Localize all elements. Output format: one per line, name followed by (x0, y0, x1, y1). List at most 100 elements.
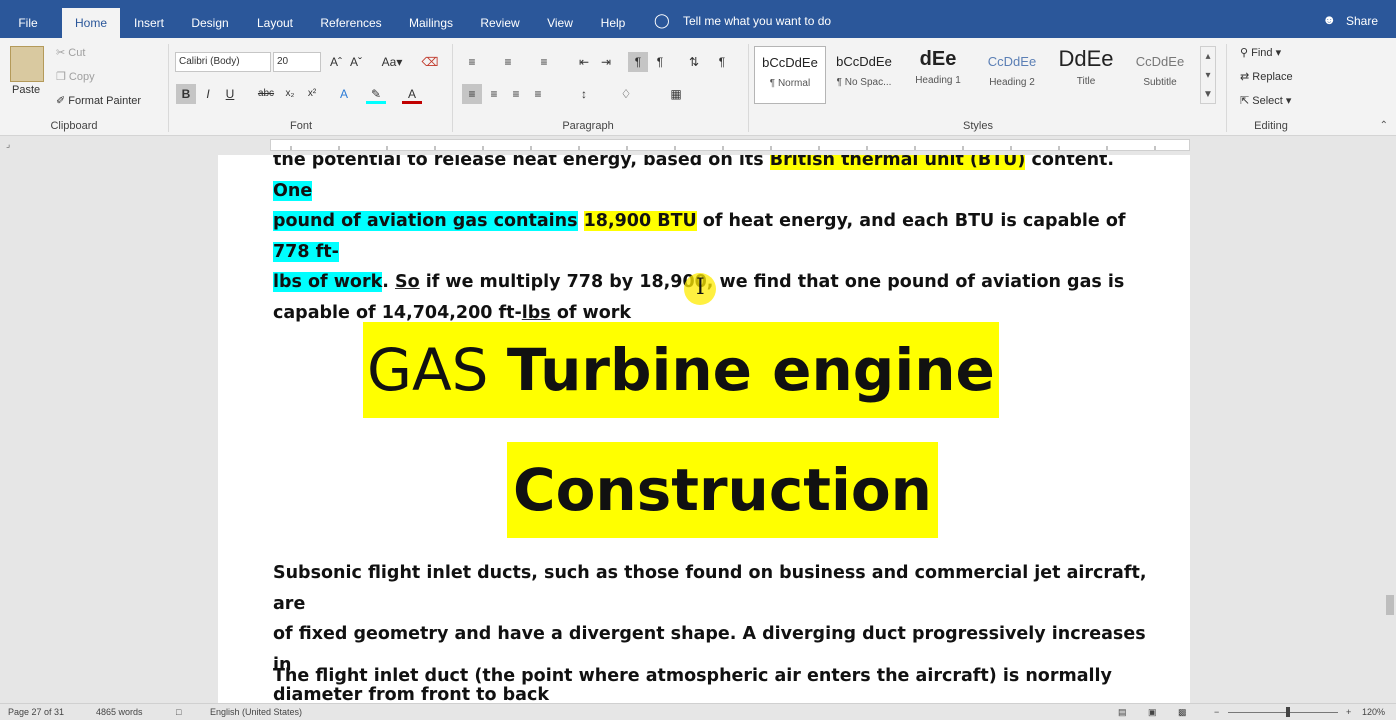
decrease-indent-icon[interactable]: ⇤ (574, 52, 594, 72)
copy-label: Copy (68, 71, 95, 83)
style-sample: dEe (919, 48, 957, 70)
align-center-icon[interactable]: ≡ (484, 84, 504, 104)
grow-font-icon[interactable]: Aˆ (326, 52, 346, 72)
tab-design[interactable]: Design (184, 8, 236, 38)
proofing-icon[interactable]: □ (176, 707, 181, 717)
italic-icon[interactable]: I (198, 84, 218, 104)
ribbon-separator (452, 44, 453, 132)
style-heading-2[interactable]: CcDdEe Heading 2 (976, 46, 1048, 104)
style-sample: DdEe (1058, 46, 1114, 71)
zoom-slider[interactable] (1228, 712, 1338, 713)
page-count[interactable]: Page 27 of 31 (8, 707, 64, 717)
tab-home[interactable]: Home (62, 8, 120, 38)
tab-layout[interactable]: Layout (248, 8, 302, 38)
heading-line-1: GAS Turbine engine (363, 322, 999, 418)
show-formatting-icon[interactable]: ¶ (712, 52, 732, 72)
justify-icon[interactable]: ≡ (528, 84, 548, 104)
style-subtitle[interactable]: CcDdEe Subtitle (1124, 46, 1196, 104)
highlight-icon[interactable]: ✎ (366, 84, 386, 104)
bold-icon[interactable]: B (176, 84, 196, 104)
replace-button[interactable]: ⇄ Replace (1240, 70, 1293, 83)
web-layout-icon[interactable]: ▩ (1178, 707, 1187, 718)
print-layout-icon[interactable]: ▣ (1148, 707, 1157, 718)
multilevel-list-icon[interactable]: ≡ (534, 52, 554, 72)
text-run: of work (550, 302, 632, 323)
ltr-text-icon[interactable]: ¶ (628, 52, 648, 72)
ribbon-tab-bar: File Home Insert Design Layout Reference… (0, 0, 1396, 38)
align-right-icon[interactable]: ≡ (506, 84, 526, 104)
horizontal-ruler[interactable] (270, 139, 1190, 151)
font-size-combo[interactable]: 20 (273, 52, 321, 72)
shrink-font-icon[interactable]: Aˇ (346, 52, 366, 72)
zoom-in-icon[interactable]: + (1346, 707, 1351, 717)
tab-file[interactable]: File (8, 8, 48, 38)
font-color-icon[interactable]: A (402, 84, 422, 104)
align-left-icon[interactable]: ≡ (462, 84, 482, 104)
tab-selector-icon[interactable]: ⌟ (6, 139, 10, 150)
tab-review[interactable]: Review (474, 8, 526, 38)
style-heading-1[interactable]: dEe Heading 1 (902, 46, 974, 104)
text-run: the potential to release heat energy, ba… (273, 155, 770, 170)
select-button[interactable]: ⇱ Select ▾ (1240, 94, 1291, 107)
rtl-text-icon[interactable]: ¶ (650, 52, 670, 72)
cut-button[interactable]: ✂ Cut (56, 46, 85, 59)
underline-icon[interactable]: U (220, 84, 240, 104)
text-cursor-icon: I (696, 275, 705, 300)
change-case-icon[interactable]: Aa▾ (378, 52, 406, 72)
document-page[interactable]: the potential to release heat energy, ba… (218, 155, 1190, 703)
sort-icon[interactable]: ⇅ (684, 52, 704, 72)
paste-label[interactable]: Paste (12, 84, 40, 96)
share-button[interactable]: Share (1346, 14, 1378, 28)
increase-indent-icon[interactable]: ⇥ (596, 52, 616, 72)
style-no-spacing[interactable]: bCcDdEe ¶ No Spac... (828, 46, 900, 104)
style-name: Title (1076, 76, 1096, 87)
highlighted-text: British thermal unit (BTU) (769, 155, 1026, 170)
vertical-scrollbar[interactable] (1384, 155, 1396, 703)
read-mode-icon[interactable]: ▤ (1118, 707, 1127, 718)
borders-icon[interactable]: ▦ (666, 84, 686, 104)
bullets-icon[interactable]: ≡ (462, 52, 482, 72)
zoom-slider-thumb[interactable] (1286, 707, 1290, 717)
find-button[interactable]: ⚲ Find ▾ (1240, 46, 1281, 59)
heading-line-2: Construction (507, 442, 938, 538)
scroll-thumb[interactable] (1386, 595, 1394, 615)
font-name-combo[interactable]: Calibri (Body) (175, 52, 271, 72)
copy-button[interactable]: ❐ Copy (56, 70, 95, 83)
language-status[interactable]: English (United States) (210, 707, 302, 717)
style-name: ¶ Normal (769, 78, 811, 89)
paste-icon[interactable] (10, 46, 44, 82)
tab-view[interactable]: View (538, 8, 582, 38)
find-icon: ⚲ (1240, 47, 1252, 59)
superscript-icon[interactable]: x² (302, 84, 322, 104)
text-run (578, 211, 584, 231)
zoom-level[interactable]: 120% (1362, 707, 1385, 717)
numbering-icon[interactable]: ≡ (498, 52, 518, 72)
style-normal[interactable]: bCcDdEe ¶ Normal (754, 46, 826, 104)
style-sample: CcDdEe (987, 54, 1037, 69)
document-paragraph: the potential to release heat energy, ba… (273, 155, 1153, 328)
subscript-icon[interactable]: x₂ (280, 84, 300, 104)
collapse-ribbon-icon[interactable]: ⌃ (1380, 120, 1388, 131)
tab-help[interactable]: Help (592, 8, 634, 38)
highlighted-text: lbs of work (273, 272, 383, 292)
shading-icon[interactable]: ♢ (616, 84, 636, 104)
line-spacing-icon[interactable]: ↕ (574, 84, 594, 104)
style-title[interactable]: DdEe Title (1050, 46, 1122, 104)
ribbon: Paste ✂ Cut ❐ Copy ✐ Format Painter Clip… (0, 38, 1396, 136)
text-line: the potential to release heat energy, ba… (273, 155, 1153, 206)
text-effects-icon[interactable]: A (334, 84, 354, 104)
heading-text: GAS (367, 336, 507, 404)
word-count[interactable]: 4865 words (96, 707, 143, 717)
tab-mailings[interactable]: Mailings (400, 8, 462, 38)
zoom-out-icon[interactable]: − (1214, 707, 1219, 717)
tab-references[interactable]: References (314, 8, 388, 38)
tab-insert[interactable]: Insert (126, 8, 172, 38)
format-painter-button[interactable]: ✐ Format Painter (56, 94, 141, 107)
strikethrough-icon[interactable]: abc (256, 84, 276, 104)
clear-formatting-icon[interactable]: ⌫ (420, 52, 440, 72)
tell-me-search[interactable]: Tell me what you want to do (683, 14, 831, 28)
text-run: capable of 14,704,200 ft- (273, 302, 522, 323)
styles-scroll[interactable]: ▴ ▾ ▼ (1200, 46, 1216, 104)
lightbulb-icon: ◯ (654, 12, 670, 28)
select-label: Select (1252, 95, 1283, 107)
